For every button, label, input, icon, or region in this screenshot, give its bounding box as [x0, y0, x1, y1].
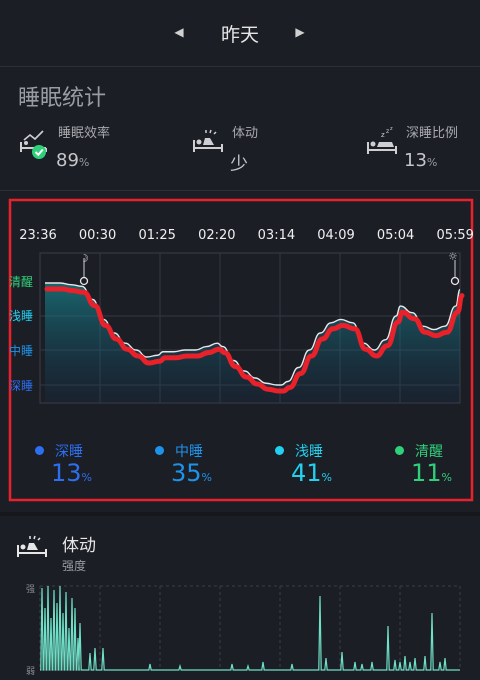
legend-name: 中睡	[175, 444, 203, 460]
date-label: 昨天	[220, 24, 259, 46]
body-movement-chart: 强弱	[0, 578, 480, 677]
divider	[0, 190, 480, 191]
legend-dot	[275, 446, 284, 455]
stat-value: 少	[230, 154, 248, 175]
svg-text:z: z	[386, 128, 389, 135]
stage-label: 中睡	[9, 344, 34, 358]
body-movement-subtitle: 强度	[62, 559, 87, 573]
legend-name: 深睡	[55, 444, 83, 460]
stat-value: 13%	[404, 150, 438, 171]
svg-text:z: z	[390, 126, 393, 132]
bed-check-icon	[20, 130, 47, 159]
divider	[0, 512, 480, 516]
legend-percent: 13%	[51, 459, 92, 487]
time-tick-label: 23:36	[19, 228, 57, 243]
legend-name: 浅睡	[295, 444, 323, 460]
stat-label: 深睡比例	[406, 126, 459, 141]
sleep-area	[45, 283, 460, 403]
time-tick-label: 01:25	[138, 228, 176, 243]
body-movement-title: 体动	[62, 536, 96, 556]
legend-dot	[395, 446, 404, 455]
time-tick-label: 03:14	[257, 228, 296, 243]
svg-text:z: z	[381, 131, 385, 139]
time-tick-label: 05:59	[436, 228, 474, 243]
sleep-start-marker: ☽	[79, 252, 89, 286]
intensity-high-label: 强	[26, 584, 35, 595]
chevron-right-icon[interactable]: ▶	[290, 22, 310, 42]
sleep-stats-title: 睡眠统计	[18, 86, 107, 111]
intensity-low-label: 弱	[26, 666, 35, 676]
time-tick-label: 05:04	[376, 228, 415, 243]
wake-marker: ☼	[448, 250, 460, 286]
legend-percent: 35%	[171, 459, 212, 487]
body-movement-icon	[193, 129, 223, 152]
chevron-left-icon[interactable]: ◀	[169, 22, 189, 42]
divider	[0, 66, 480, 67]
time-tick-label: 02:20	[198, 228, 236, 243]
legend-name: 清醒	[415, 444, 443, 460]
stat-label: 睡眠效率	[58, 126, 111, 141]
date-navigator: ◀ 昨天 ▶	[0, 0, 480, 64]
svg-text:☼: ☼	[448, 250, 458, 263]
legend-percent: 11%	[411, 459, 452, 487]
legend-dot	[35, 446, 44, 455]
legend-percent: 41%	[291, 459, 332, 487]
stage-label: 清醒	[9, 275, 34, 289]
legend-dot	[155, 446, 164, 455]
stat-value: 89%	[56, 150, 90, 171]
deep-sleep-icon: z z z	[367, 126, 397, 154]
sleep-stage-chart: ☽ ☼ 23:36 00:30 01:25 02:20 03:14 04:09 05:04 05…	[0, 198, 480, 503]
time-tick-label: 04:09	[317, 228, 355, 243]
stage-label: 浅睡	[9, 309, 34, 323]
time-tick-label: 00:30	[78, 228, 117, 243]
svg-text:☽: ☽	[79, 252, 89, 265]
body-movement-icon	[17, 535, 47, 557]
movement-spikes	[40, 585, 460, 671]
stage-label: 深睡	[9, 379, 34, 393]
stat-label: 体动	[232, 126, 259, 141]
